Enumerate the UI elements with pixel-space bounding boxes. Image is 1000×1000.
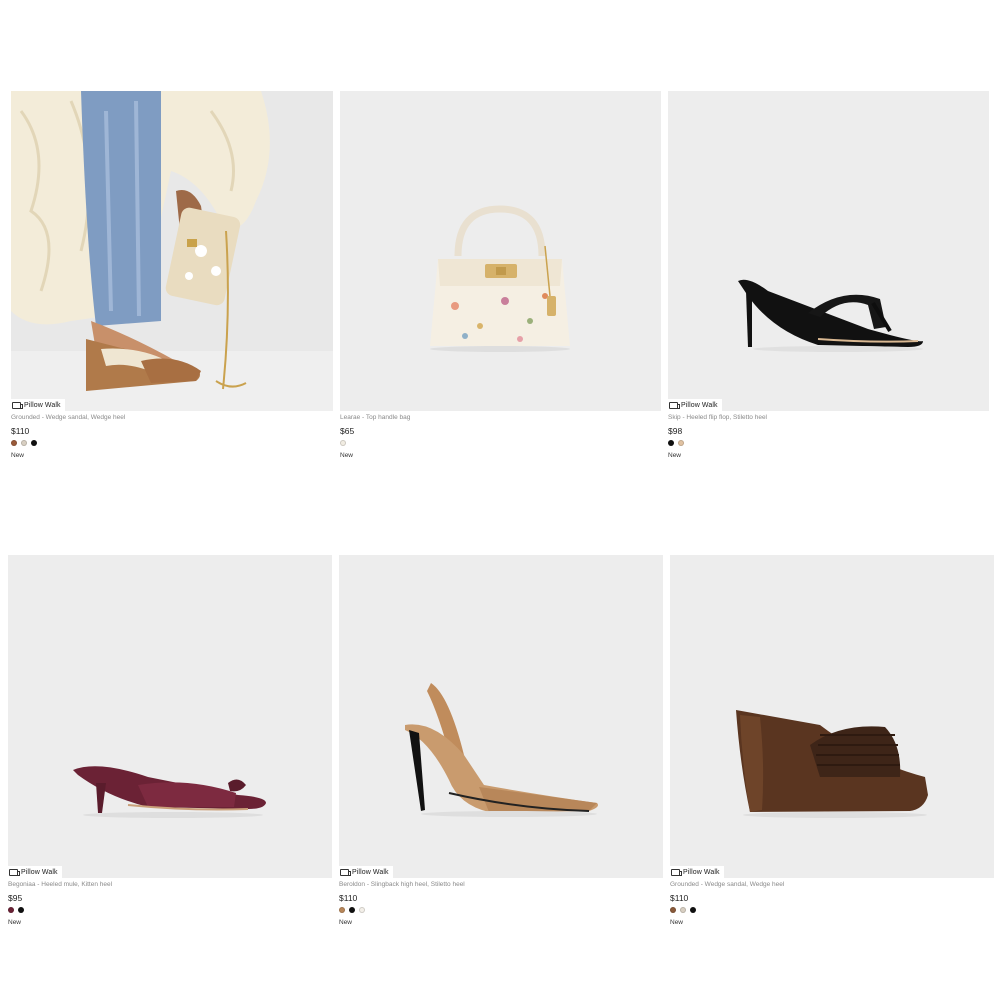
product-name[interactable]: Beroldon - Slingback high heel, Stiletto… (339, 881, 465, 888)
product-image[interactable] (11, 91, 333, 411)
pillow-walk-badge: Pillow Walk (8, 866, 62, 878)
product-image[interactable] (339, 555, 663, 878)
new-tag: New (670, 919, 684, 926)
color-swatch[interactable] (359, 907, 365, 913)
pillow-walk-badge: Pillow Walk (11, 399, 65, 411)
pillow-walk-badge: Pillow Walk (339, 866, 393, 878)
product-card[interactable]: Pillow Walk Skip - Heeled flip flop, Sti… (668, 91, 989, 471)
color-swatch[interactable] (349, 907, 355, 913)
color-swatch[interactable] (31, 440, 37, 446)
color-swatches (670, 907, 696, 913)
product-card[interactable]: Pillow Walk Begoniaa - Heeled mule, Kitt… (8, 555, 332, 935)
color-swatch[interactable] (21, 440, 27, 446)
color-swatch[interactable] (690, 907, 696, 913)
color-swatch[interactable] (678, 440, 684, 446)
color-swatches (8, 907, 24, 913)
product-price: $65 (340, 426, 355, 436)
color-swatch[interactable] (340, 440, 346, 446)
new-tag: New (340, 452, 354, 459)
new-tag: New (8, 919, 22, 926)
product-card[interactable]: Pillow Walk Beroldon - Slingback high he… (339, 555, 663, 935)
product-card[interactable]: Learae - Top handle bag $65 New (340, 91, 661, 471)
color-swatch[interactable] (11, 440, 17, 446)
color-swatches (340, 440, 346, 446)
product-image[interactable] (670, 555, 994, 878)
color-swatch[interactable] (18, 907, 24, 913)
badge-label: Pillow Walk (24, 401, 61, 409)
product-name[interactable]: Learae - Top handle bag (340, 414, 410, 421)
product-price: $98 (668, 426, 683, 436)
product-image[interactable] (340, 91, 661, 411)
product-name[interactable]: Skip - Heeled flip flop, Stiletto heel (668, 414, 767, 421)
color-swatch[interactable] (339, 907, 345, 913)
product-image[interactable] (8, 555, 332, 878)
badge-label: Pillow Walk (681, 401, 718, 409)
pillow-walk-icon (340, 868, 351, 876)
pillow-walk-icon (12, 401, 23, 409)
product-price: $110 (670, 893, 689, 903)
pillow-walk-badge: Pillow Walk (670, 866, 724, 878)
product-card[interactable]: Pillow Walk Grounded - Wedge sandal, Wed… (670, 555, 994, 935)
pillow-walk-icon (669, 401, 680, 409)
new-tag: New (11, 452, 25, 459)
product-name[interactable]: Grounded - Wedge sandal, Wedge heel (11, 414, 125, 421)
color-swatch[interactable] (668, 440, 674, 446)
pillow-walk-icon (671, 868, 682, 876)
product-name[interactable]: Begoniaa - Heeled mule, Kitten heel (8, 881, 112, 888)
color-swatches (339, 907, 365, 913)
color-swatch[interactable] (680, 907, 686, 913)
color-swatches (668, 440, 684, 446)
new-tag: New (339, 919, 353, 926)
product-card[interactable]: Pillow Walk Grounded - Wedge sandal, Wed… (11, 91, 333, 471)
product-price: $110 (11, 426, 30, 436)
color-swatch[interactable] (8, 907, 14, 913)
badge-label: Pillow Walk (352, 868, 389, 876)
color-swatch[interactable] (670, 907, 676, 913)
badge-label: Pillow Walk (21, 868, 58, 876)
pillow-walk-icon (9, 868, 20, 876)
pillow-walk-badge: Pillow Walk (668, 399, 722, 411)
product-name[interactable]: Grounded - Wedge sandal, Wedge heel (670, 881, 784, 888)
product-image[interactable] (668, 91, 989, 411)
new-tag: New (668, 452, 682, 459)
color-swatches (11, 440, 37, 446)
product-price: $95 (8, 893, 23, 903)
badge-label: Pillow Walk (683, 868, 720, 876)
product-price: $110 (339, 893, 358, 903)
